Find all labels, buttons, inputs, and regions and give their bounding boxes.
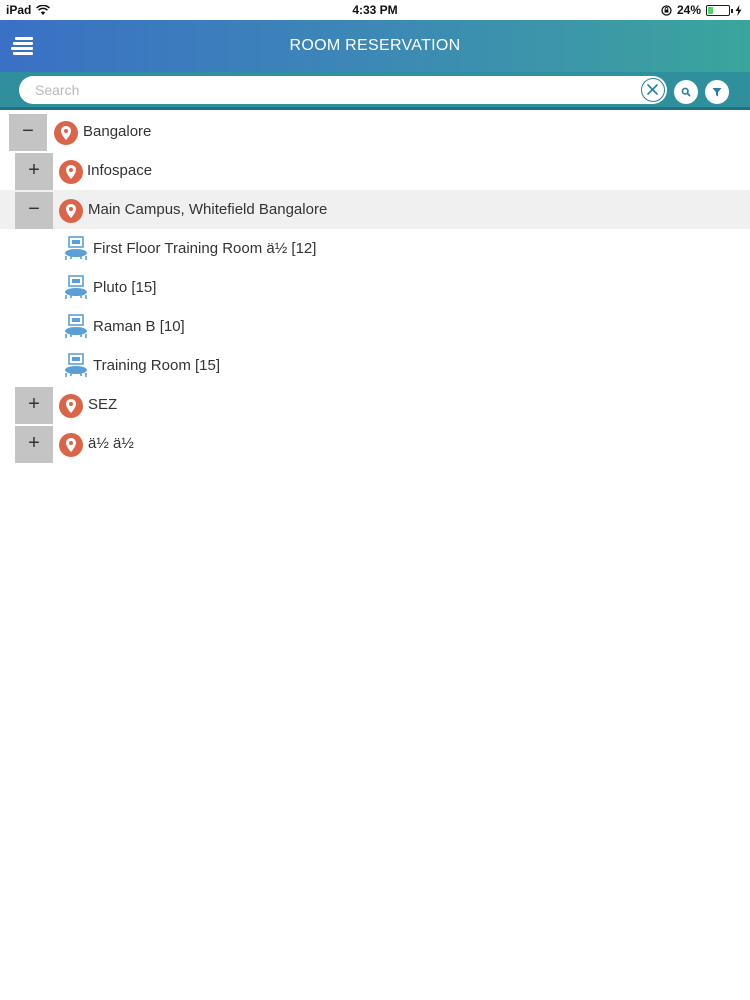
location-pin-icon <box>59 394 83 418</box>
meeting-room-icon <box>65 236 87 260</box>
room-item[interactable]: First Floor Training Room ä½ [12] <box>0 229 750 268</box>
meeting-room-icon <box>65 275 87 299</box>
tree-node-infospace[interactable]: + Infospace <box>0 151 750 190</box>
room-label: First Floor Training Room ä½ [12] <box>93 240 317 257</box>
charging-icon <box>735 4 742 16</box>
room-label: Raman B [10] <box>93 318 185 335</box>
room-item[interactable]: Raman B [10] <box>0 307 750 346</box>
expand-toggle[interactable]: + <box>15 426 53 463</box>
status-right: 24% <box>661 3 742 17</box>
tree-node-label: Infospace <box>87 162 153 179</box>
location-pin-icon <box>54 121 78 145</box>
expand-toggle[interactable]: + <box>15 153 53 190</box>
status-time: 4:33 PM <box>352 3 398 17</box>
battery-percent: 24% <box>676 3 701 17</box>
page-title: ROOM RESERVATION <box>289 37 461 54</box>
search-icon <box>681 87 691 97</box>
room-label: Training Room [15] <box>93 357 221 374</box>
tree-node-label: SEZ <box>88 396 118 413</box>
tree-node-other[interactable]: + ä½ ä½ <box>0 424 750 463</box>
tree-node-label: Main Campus, Whitefield Bangalore <box>88 201 328 218</box>
room-item[interactable]: Pluto [15] <box>0 268 750 307</box>
app-header: ROOM RESERVATION <box>0 20 750 72</box>
search-bar <box>0 72 750 110</box>
collapse-toggle[interactable]: − <box>9 114 47 151</box>
room-label: Pluto [15] <box>93 279 157 296</box>
meeting-room-icon <box>65 314 87 338</box>
orientation-lock-icon <box>661 4 672 16</box>
tree-node-bangalore[interactable]: − Bangalore <box>0 112 750 151</box>
search-box <box>19 76 667 104</box>
status-bar: iPad 4:33 PM 24% <box>0 0 750 20</box>
location-pin-icon <box>59 160 83 184</box>
filter-button[interactable] <box>705 80 729 104</box>
tree-node-label: Bangalore <box>83 123 152 140</box>
tree-node-main-campus[interactable]: − Main Campus, Whitefield Bangalore <box>0 190 750 229</box>
collapse-toggle[interactable]: − <box>15 192 53 229</box>
battery-fill <box>708 6 713 14</box>
room-item[interactable]: Training Room [15] <box>0 346 750 385</box>
expand-toggle[interactable]: + <box>15 387 53 424</box>
location-pin-icon <box>59 433 83 457</box>
close-icon <box>647 84 658 95</box>
location-pin-icon <box>59 199 83 223</box>
battery-icon <box>706 4 733 16</box>
clear-search-button[interactable] <box>641 78 665 102</box>
meeting-room-icon <box>65 353 87 377</box>
search-input[interactable] <box>35 76 635 104</box>
tree-node-sez[interactable]: + SEZ <box>0 385 750 424</box>
filter-icon <box>712 88 722 97</box>
tree-node-label: ä½ ä½ <box>88 435 134 452</box>
search-button[interactable] <box>674 80 698 104</box>
